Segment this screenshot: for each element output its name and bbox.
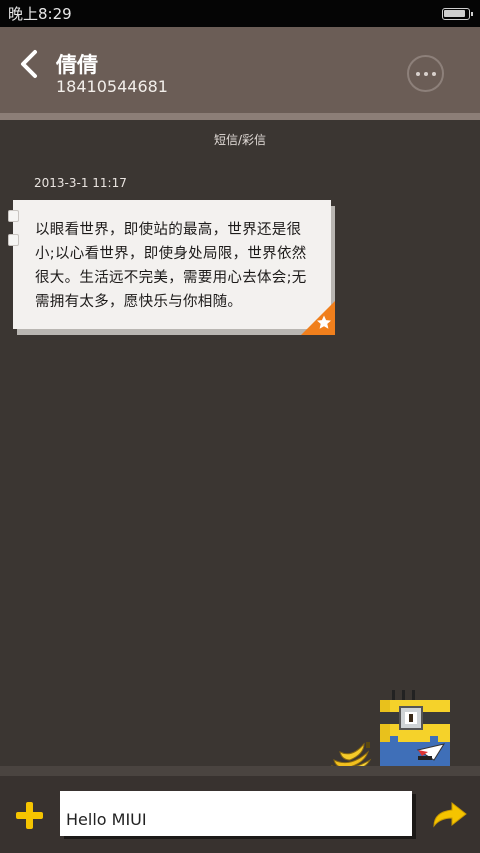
bubble-tab	[8, 210, 19, 222]
status-bar: 晚上8:29	[0, 0, 480, 27]
send-arrow-icon	[433, 801, 467, 828]
composer-bar: Hello MIUI	[0, 776, 480, 853]
battery-level	[444, 9, 465, 17]
battery-icon	[442, 7, 473, 20]
star-icon[interactable]	[301, 301, 335, 335]
contact-number: 18410544681	[56, 77, 168, 96]
message-input[interactable]: Hello MIUI	[60, 791, 412, 836]
message-type-label: 短信/彩信	[213, 133, 267, 147]
send-button[interactable]	[432, 800, 468, 830]
message-text: 以眼看世界，即使站的最高，世界还是很小;以心看世界，即使身处局限，世界依然很大。…	[35, 222, 307, 310]
contact-name: 倩倩	[56, 53, 98, 77]
add-attachment-button[interactable]	[14, 800, 46, 832]
bubble-body: 以眼看世界，即使站的最高，世界还是很小;以心看世界，即使身处局限，世界依然很大。…	[13, 200, 331, 329]
status-time: 晚上8:29	[8, 5, 72, 23]
back-button[interactable]	[14, 47, 46, 81]
message-timestamp: 2013-3-1 11:17	[34, 176, 127, 190]
conversation-header: 倩倩 18410544681	[0, 27, 480, 113]
minion-mascot-icon	[380, 690, 450, 770]
more-options-button[interactable]	[407, 55, 444, 92]
bubble-tab	[8, 234, 19, 246]
more-dots-icon	[415, 71, 420, 76]
header-divider	[0, 113, 480, 120]
message-bubble[interactable]: 以眼看世界，即使站的最高，世界还是很小;以心看世界，即使身处局限，世界依然很大。…	[8, 200, 335, 335]
back-chevron-icon	[21, 50, 37, 78]
composer-divider	[0, 766, 480, 776]
